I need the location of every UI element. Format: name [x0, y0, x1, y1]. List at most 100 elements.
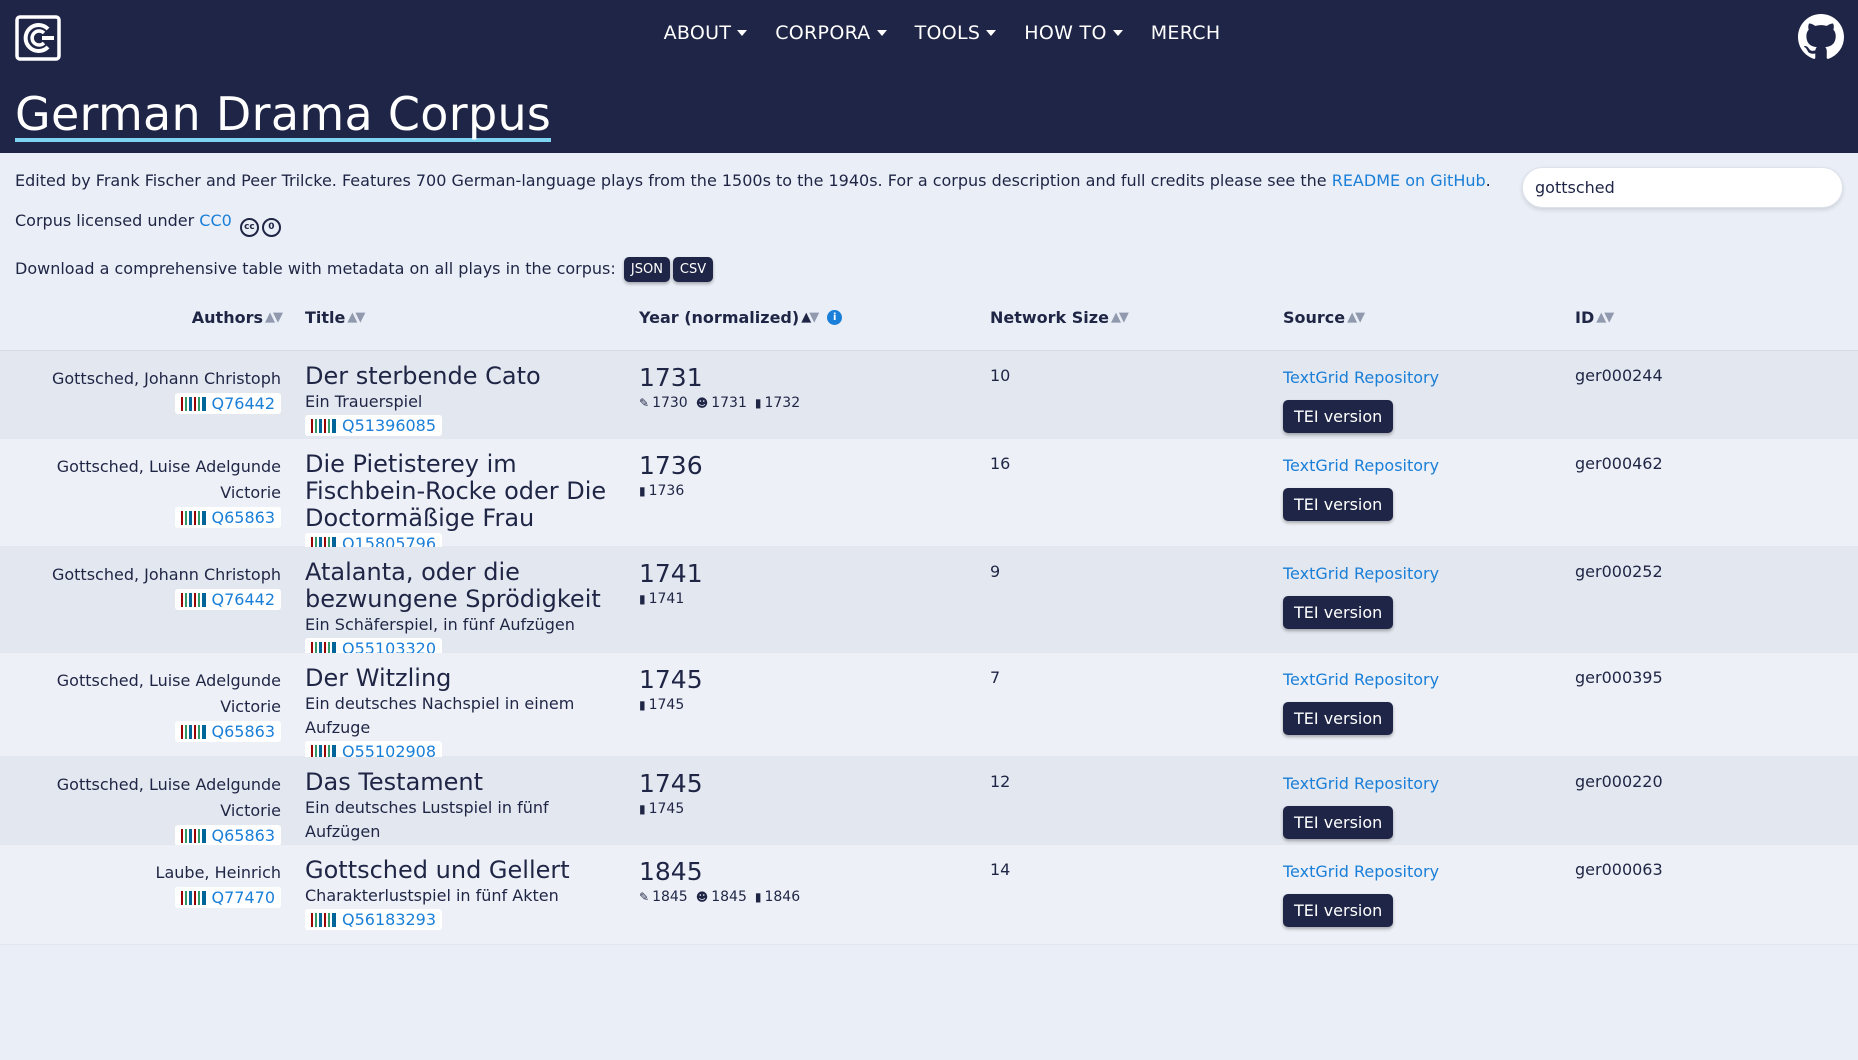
mask-icon: ☻: [695, 890, 709, 904]
nav-item-corpora[interactable]: CORPORA: [775, 22, 887, 44]
sort-icon[interactable]: ▲▼: [1596, 310, 1614, 325]
year-item: ▮ 1741: [639, 591, 684, 607]
pen-icon: ✎: [639, 396, 650, 410]
caret-down-icon: [876, 30, 887, 36]
column-year[interactable]: Year (normalized) ▲▼ i: [639, 308, 843, 327]
download-text: Download a comprehensive table with meta…: [15, 259, 616, 278]
nav-item-merch[interactable]: MERCH: [1151, 22, 1221, 44]
title-wikidata-link[interactable]: Q56183293: [305, 909, 443, 930]
sort-icon[interactable]: ▲▼: [265, 310, 283, 325]
nav-item-how-to[interactable]: HOW TO: [1024, 22, 1123, 44]
readme-link[interactable]: README on GitHub: [1332, 171, 1486, 190]
source-link[interactable]: TextGrid Repository: [1283, 772, 1439, 796]
author-name: Gottsched, Johann Christoph: [51, 565, 281, 584]
description-end: .: [1485, 171, 1491, 190]
wikidata-id: Q76442: [211, 589, 276, 609]
play-title[interactable]: Das Testament: [305, 769, 625, 796]
column-network-size[interactable]: Network Size ▲▼: [990, 308, 1129, 327]
tei-version-button[interactable]: TEI version: [1283, 702, 1394, 735]
tei-version-button[interactable]: TEI version: [1283, 894, 1394, 927]
source-link[interactable]: TextGrid Repository: [1283, 562, 1439, 586]
author-wikidata-link[interactable]: Q77470: [174, 887, 281, 908]
author-wikidata-link[interactable]: Q76442: [174, 589, 281, 610]
source-link[interactable]: TextGrid Repository: [1283, 454, 1439, 478]
tei-version-button[interactable]: TEI version: [1283, 488, 1394, 521]
author-name: Victorie: [220, 483, 281, 502]
year-normalized: 1845: [639, 857, 703, 886]
author-cell: Gottsched, Luise Adelgunde Victorie Q6586…: [51, 454, 281, 533]
author-cell: Gottsched, Luise Adelgunde Victorie Q6586…: [51, 668, 281, 747]
wikidata-id: Q65863: [211, 721, 276, 741]
source-link[interactable]: TextGrid Repository: [1283, 366, 1439, 390]
wikidata-id: Q56183293: [342, 910, 437, 929]
author-wikidata-link[interactable]: Q65863: [174, 721, 281, 742]
tei-version-button[interactable]: TEI version: [1283, 596, 1394, 629]
cc-icon: cc: [239, 218, 259, 237]
year-details: ▮ 1736: [639, 483, 703, 499]
sort-icon[interactable]: ▲▼: [347, 310, 365, 325]
play-title[interactable]: Atalanta, oder die bezwungene Sprödigkei…: [305, 559, 625, 613]
nav-item-tools[interactable]: TOOLS: [915, 22, 997, 44]
download-json-button[interactable]: JSON: [623, 257, 670, 282]
nav-item-label: ABOUT: [663, 22, 732, 44]
table-row: Gottsched, Luise Adelgunde Victorie Q6586…: [0, 757, 1858, 866]
column-authors[interactable]: Authors ▲▼: [192, 308, 283, 327]
author-name: Victorie: [220, 697, 281, 716]
book-icon: ▮: [639, 802, 646, 816]
play-title[interactable]: Der Witzling: [305, 665, 625, 692]
author-wikidata-link[interactable]: Q65863: [174, 507, 281, 528]
source-link[interactable]: TextGrid Repository: [1283, 860, 1439, 884]
year-normalized: 1745: [639, 769, 703, 798]
author-name: Gottsched, Luise Adelgunde: [56, 457, 281, 476]
play-subtitle: Ein Schäferspiel, in fünf Aufzügen: [305, 615, 575, 634]
author-wikidata-link[interactable]: Q65863: [174, 825, 281, 846]
title-cell: Gottsched und Gellert Charakterlustspiel…: [305, 857, 625, 931]
play-title[interactable]: Der sterbende Cato: [305, 363, 625, 390]
sort-icon[interactable]: ▲▼: [1111, 310, 1129, 325]
play-title[interactable]: Gottsched und Gellert: [305, 857, 625, 884]
year-value: 1745: [648, 801, 685, 817]
title-cell: Der sterbende Cato Ein Trauerspiel Q5139…: [305, 363, 625, 437]
year-item: ▮ 1732: [755, 395, 800, 411]
tei-version-button[interactable]: TEI version: [1283, 806, 1394, 839]
wikidata-id: Q65863: [211, 507, 276, 527]
sort-icon-active[interactable]: ▲▼: [801, 310, 819, 325]
column-title[interactable]: Title ▲▼: [305, 308, 365, 327]
year-cell: 1736 ▮ 1736: [639, 451, 703, 499]
nav-item-label: TOOLS: [914, 22, 981, 44]
nav-item-about[interactable]: ABOUT: [664, 22, 748, 44]
site-title[interactable]: German Drama Corpus: [15, 86, 552, 142]
sort-icon[interactable]: ▲▼: [1347, 310, 1365, 325]
column-id[interactable]: ID ▲▼: [1575, 308, 1614, 327]
wikidata-icon: [180, 592, 206, 607]
wikidata-id: Q77470: [211, 887, 276, 907]
title-cell: Atalanta, oder die bezwungene Sprödigkei…: [305, 559, 625, 660]
year-normalized: 1745: [639, 665, 703, 694]
author-name: Gottsched, Luise Adelgunde: [56, 671, 281, 690]
info-icon[interactable]: i: [827, 310, 843, 325]
column-source[interactable]: Source ▲▼: [1283, 308, 1365, 327]
year-item: ▮ 1745: [639, 697, 684, 713]
wikidata-icon: [180, 890, 206, 905]
play-id: ger000220: [1575, 772, 1663, 791]
year-value: 1845: [652, 889, 688, 905]
year-cell: 1845 ✎ 1845 ☻ 1845 ▮ 1846: [639, 857, 808, 905]
cc0-link[interactable]: CC0: [199, 211, 232, 230]
wikidata-icon: [180, 396, 206, 411]
title-wikidata-link[interactable]: Q51396085: [305, 415, 443, 436]
source-link[interactable]: TextGrid Repository: [1283, 668, 1439, 692]
search-input[interactable]: [1522, 167, 1843, 208]
year-value: 1846: [764, 889, 801, 905]
play-subtitle: Ein Trauerspiel: [305, 392, 423, 411]
corpus-intro: Edited by Frank Fischer and Peer Trilcke…: [0, 153, 1858, 288]
github-icon[interactable]: [1798, 14, 1844, 60]
play-id: ger000244: [1575, 366, 1663, 385]
tei-version-button[interactable]: TEI version: [1283, 400, 1394, 433]
book-icon: ▮: [639, 698, 646, 712]
author-wikidata-link[interactable]: Q76442: [174, 393, 281, 414]
play-title[interactable]: Die Pietisterey im Fischbein-Rocke oder …: [305, 451, 625, 532]
title-cell: Der Witzling Ein deutsches Nachspiel in …: [305, 665, 625, 763]
license-line: Corpus licensed under CC0 cc 0: [15, 211, 1843, 237]
column-year-label: Year (normalized): [639, 308, 800, 327]
download-csv-button[interactable]: CSV: [672, 257, 714, 282]
